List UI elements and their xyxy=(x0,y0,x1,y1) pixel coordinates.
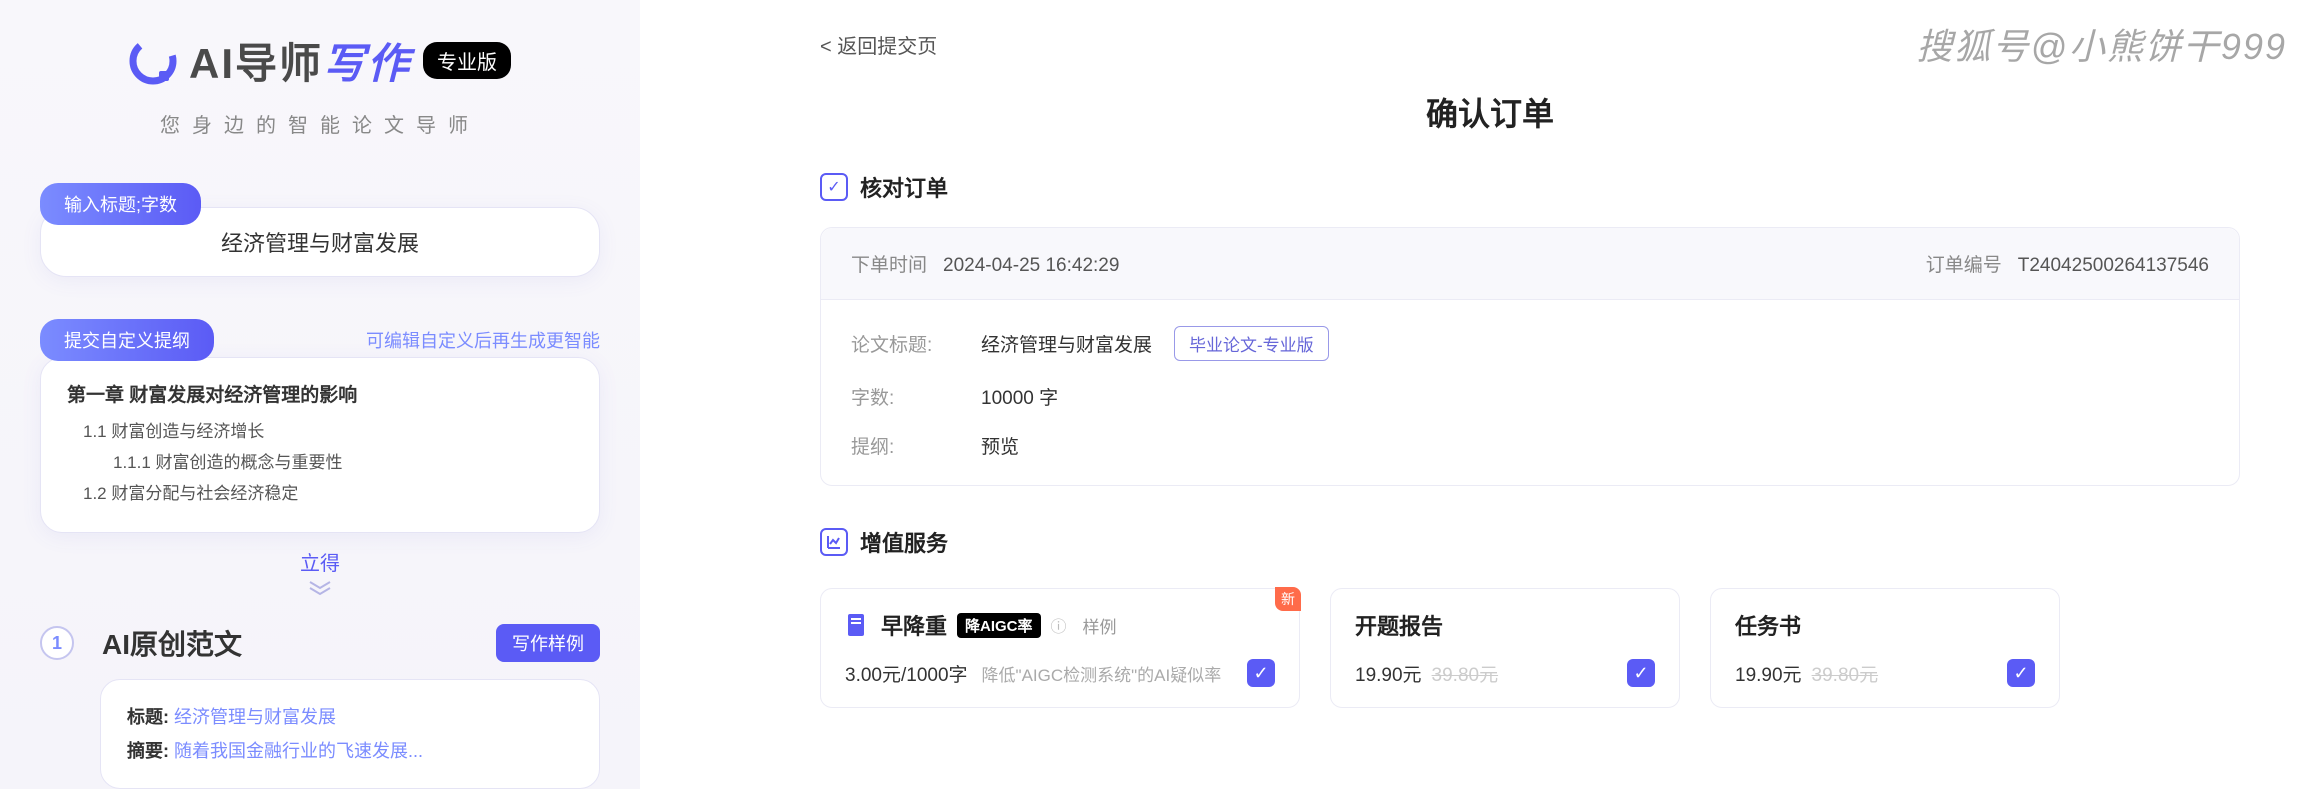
order-card: 下单时间 2024-04-25 16:42:29 订单编号 T24042500264… xyxy=(820,227,2240,486)
outline-card[interactable]: 第一章 财富发展对经济管理的影响 1.1 财富创造与经济增长 1.1.1 财富创… xyxy=(40,357,600,533)
svc2-checkbox[interactable]: ✓ xyxy=(1627,659,1655,687)
service-card-aigc[interactable]: 新 早降重 降AIGC率 ⓘ 样例 3.00元/1000字降低"AIGC检测系统… xyxy=(820,588,1300,708)
svc3-checkbox[interactable]: ✓ xyxy=(2007,659,2035,687)
words-value: 10000 字 xyxy=(981,383,1058,410)
chart-icon xyxy=(820,528,848,556)
svc1-brand: 早降重 xyxy=(881,609,947,641)
watermark: 搜狐号@小熊饼干999 xyxy=(1916,18,2287,70)
outline-item: 1.1.1 财富创造的概念与重要性 xyxy=(113,448,573,473)
logo: AI导师写作 专业版 xyxy=(40,30,600,91)
page-title: 确认订单 xyxy=(740,89,2240,135)
step-row: 1 AI原创范文 写作样例 xyxy=(40,623,600,663)
order-row-topic: 论文标题: 经济管理与财富发展 毕业论文-专业版 xyxy=(851,326,2209,361)
svc3-old-price: 39.80元 xyxy=(1812,665,1879,686)
order-no: T24042500264137546 xyxy=(2018,255,2209,276)
outline-h1: 第一章 财富发展对经济管理的影响 xyxy=(67,380,573,407)
sample-title-label: 标题: xyxy=(127,707,169,727)
svc1-price: 3.00元/1000字 xyxy=(845,665,968,686)
svc2-title: 开题报告 xyxy=(1355,609,1443,641)
svc3-price: 19.90元 xyxy=(1735,665,1802,686)
outline-item: 1.2 财富分配与社会经济稳定 xyxy=(83,479,573,504)
sample-abstract-value: 随着我国金融行业的飞速发展... xyxy=(174,741,423,761)
services-section-header: 增值服务 xyxy=(820,526,2240,558)
sample-abstract-label: 摘要: xyxy=(127,741,169,761)
svc2-price: 19.90元 xyxy=(1355,665,1422,686)
sample-card: 标题: 经济管理与财富发展 摘要: 随着我国金融行业的飞速发展... xyxy=(100,679,600,789)
services-title: 增值服务 xyxy=(860,526,948,558)
right-panel: < 返回提交页 确认订单 ✓ 核对订单 下单时间2024-04-25 16:42… xyxy=(740,0,2300,738)
paper-type-badge: 毕业论文-专业版 xyxy=(1174,326,1329,361)
outline-hint: 可编辑自定义后再生成更智能 xyxy=(366,327,600,353)
step-title: AI原创范文 xyxy=(102,623,468,663)
preview-link[interactable]: 预览 xyxy=(981,432,1019,459)
help-icon[interactable]: ⓘ xyxy=(1051,613,1067,637)
svc1-desc: 降低"AIGC检测系统"的AI疑似率 xyxy=(982,666,1222,685)
svc1-sample-link[interactable]: 样例 xyxy=(1083,613,1117,638)
logo-icon xyxy=(129,37,177,85)
logo-text: AI导师写作 xyxy=(189,30,411,91)
pro-badge: 专业版 xyxy=(423,42,511,79)
order-meta: 下单时间 2024-04-25 16:42:29 订单编号 T24042500264… xyxy=(821,228,2239,300)
verify-title: 核对订单 xyxy=(860,171,948,203)
aigc-badge: 降AIGC率 xyxy=(957,613,1041,638)
chevron-down-icon xyxy=(40,580,600,601)
topic-value: 经济管理与财富发展 xyxy=(981,330,1152,357)
verify-section-header: ✓ 核对订单 xyxy=(820,171,2240,203)
doc-icon xyxy=(845,612,871,638)
words-label: 字数: xyxy=(851,383,981,410)
order-no-label: 订单编号 xyxy=(1926,255,2002,276)
order-time-label: 下单时间 xyxy=(851,255,927,276)
sample-button[interactable]: 写作样例 xyxy=(496,624,600,662)
input-section: 输入标题;字数 经济管理与财富发展 xyxy=(40,183,600,277)
service-card-task[interactable]: 任务书 19.90元 39.80元 ✓ xyxy=(1710,588,2060,708)
service-card-report[interactable]: 开题报告 19.90元 39.80元 ✓ xyxy=(1330,588,1680,708)
input-section-pill: 输入标题;字数 xyxy=(40,183,201,225)
outline-section: 提交自定义提纲 可编辑自定义后再生成更智能 第一章 财富发展对经济管理的影响 1… xyxy=(40,319,600,601)
outline-item: 1.1 财富创造与经济增长 xyxy=(83,417,573,442)
order-time: 2024-04-25 16:42:29 xyxy=(943,255,1119,276)
services-list: 新 早降重 降AIGC率 ⓘ 样例 3.00元/1000字降低"AIGC检测系统… xyxy=(820,588,2240,708)
outline-section-pill: 提交自定义提纲 xyxy=(40,319,214,361)
topic-label: 论文标题: xyxy=(851,330,981,357)
order-row-outline: 提纲: 预览 xyxy=(851,432,2209,459)
new-badge: 新 xyxy=(1275,587,1301,611)
sample-title-value: 经济管理与财富发展 xyxy=(174,707,336,727)
tagline: 您身边的智能论文导师 xyxy=(40,109,600,138)
lide-button[interactable]: 立得 xyxy=(300,553,340,575)
svc3-title: 任务书 xyxy=(1735,609,1801,641)
order-row-words: 字数: 10000 字 xyxy=(851,383,2209,410)
svc2-old-price: 39.80元 xyxy=(1432,665,1499,686)
svc1-checkbox[interactable]: ✓ xyxy=(1247,659,1275,687)
step-number: 1 xyxy=(40,626,74,660)
left-panel: AI导师写作 专业版 您身边的智能论文导师 输入标题;字数 经济管理与财富发展 … xyxy=(0,0,640,789)
check-icon: ✓ xyxy=(820,173,848,201)
outline-label: 提纲: xyxy=(851,432,981,459)
